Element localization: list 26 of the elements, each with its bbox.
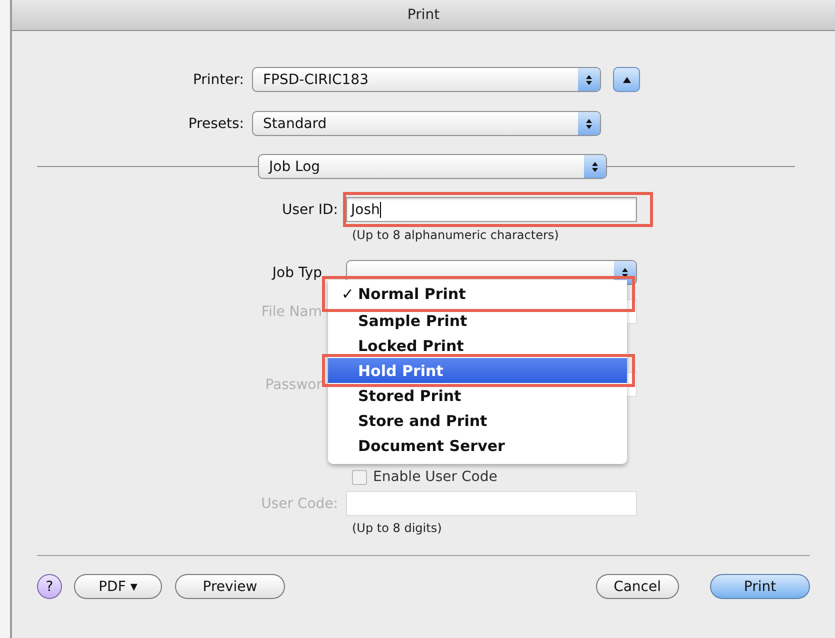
hint-text: (Up to 8 alphanumeric characters) — [352, 228, 559, 242]
menu-item[interactable]: Locked Print — [328, 333, 627, 358]
pdf-button[interactable]: PDF ▾ — [74, 574, 162, 599]
field-label: Printer: — [192, 72, 245, 88]
window-title: Print — [407, 7, 440, 23]
button[interactable]: Preview — [175, 574, 285, 599]
field-label: File Nam — [260, 304, 323, 320]
field-label: Passwor — [264, 376, 323, 392]
menu-item[interactable]: Sample Print — [328, 308, 627, 333]
hint-text: (Up to 8 digits) — [352, 521, 442, 535]
menu-item[interactable]: ✓ Normal Print — [328, 280, 627, 308]
button[interactable]: Cancel — [596, 574, 679, 599]
help-button[interactable]: ? — [37, 574, 62, 599]
menu-item[interactable]: Document Server — [328, 433, 627, 458]
dropdown[interactable]: Standard — [252, 111, 601, 136]
print-button[interactable]: Print — [710, 574, 810, 599]
dropdown[interactable]: FPSD-CIRIC183 — [252, 67, 601, 92]
menu-item[interactable]: Stored Print — [328, 383, 627, 408]
field-label: User Code: — [260, 496, 339, 512]
checkbox-label: Enable User Code — [373, 469, 498, 485]
menu-item[interactable]: Store and Print — [328, 408, 627, 433]
field-label: Presets: — [187, 116, 245, 132]
dropdown[interactable]: Job Log — [258, 154, 607, 179]
field-label: User ID: — [281, 202, 339, 218]
input-field[interactable]: Josh — [346, 197, 637, 222]
field-label: Job Typ — [270, 264, 323, 280]
